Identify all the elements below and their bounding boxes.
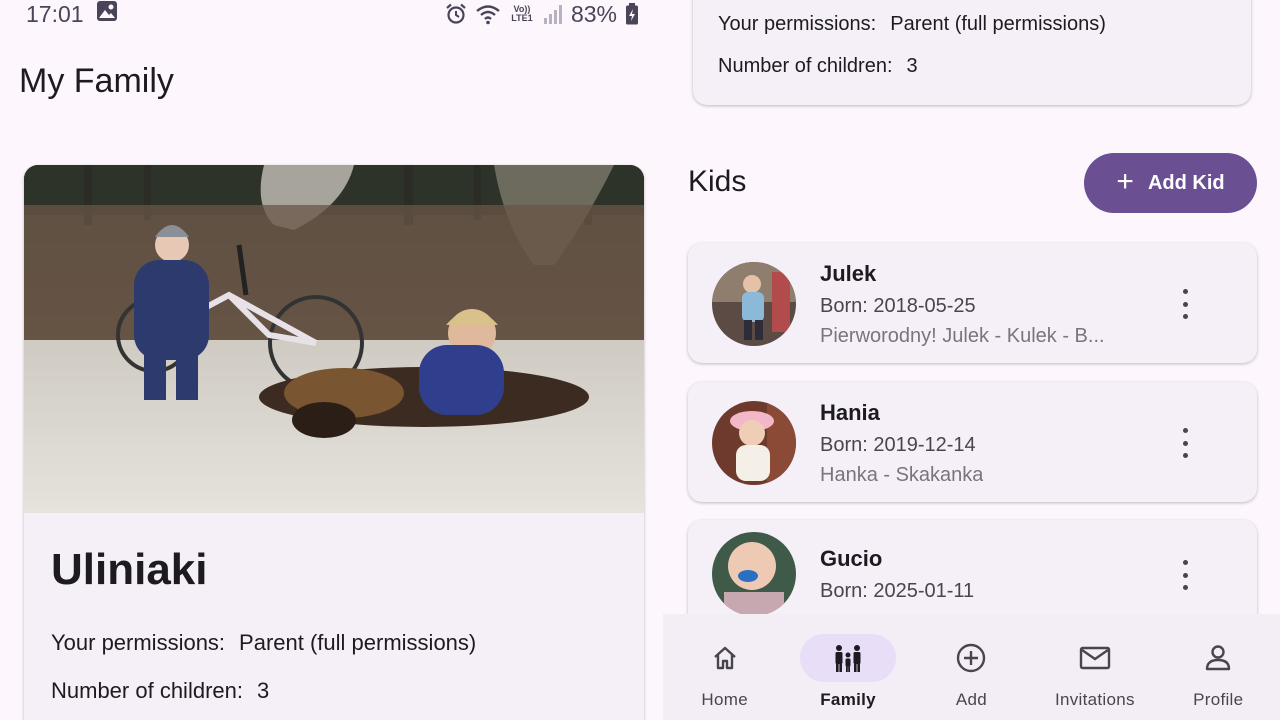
family-summary-card: Your permissions: Parent (full permissio… — [693, 0, 1251, 105]
children-count-value: 3 — [906, 55, 918, 77]
more-vert-icon[interactable] — [1174, 428, 1196, 458]
bottom-navigation: Home Family Add Invitations Profile — [663, 614, 1280, 720]
add-kid-label: Add Kid — [1147, 171, 1225, 194]
kid-name: Hania — [820, 400, 880, 425]
page-title: My Family — [19, 62, 174, 100]
more-vert-icon[interactable] — [1174, 289, 1196, 319]
plus-icon: + — [1116, 164, 1134, 198]
nav-invitations-label: Invitations — [1054, 690, 1135, 709]
kid-name: Gucio — [820, 546, 883, 571]
kid-born: Born: 2018-05-25 — [820, 295, 976, 317]
add-kid-button[interactable]: + Add Kid — [1084, 153, 1257, 213]
kid-avatar — [712, 401, 796, 485]
permissions-label: Your permissions: — [51, 630, 226, 655]
nav-add[interactable]: Add — [911, 634, 1031, 710]
children-count-row: Number of children: 3 — [718, 55, 918, 78]
kids-heading: Kids — [688, 165, 747, 198]
family-photo — [24, 165, 644, 513]
permissions-value: Parent (full permissions) — [890, 13, 1106, 35]
kid-card-julek[interactable]: Julek Born: 2018-05-25 Pierworodny! Jule… — [688, 243, 1257, 363]
battery-charging-icon — [625, 3, 639, 25]
children-count-label: Number of children: — [718, 55, 893, 77]
children-count-value: 3 — [256, 678, 270, 703]
signal-icon — [543, 3, 563, 25]
kid-note: Hanka - Skakanka — [820, 464, 984, 486]
permissions-label: Your permissions: — [718, 13, 877, 35]
permissions-value: Parent (full permissions) — [239, 630, 477, 655]
nav-home-label: Home — [701, 690, 748, 709]
kid-card-hania[interactable]: Hania Born: 2019-12-14 Hanka - Skakanka — [688, 382, 1257, 502]
kid-born: Born: 2025-01-11 — [820, 580, 975, 602]
volte-label: Vo)) LTE1 — [511, 4, 533, 23]
battery-percent: 83% — [570, 0, 617, 27]
nav-family-label: Family — [820, 690, 876, 709]
add-circle-icon — [923, 634, 1019, 682]
home-icon — [677, 634, 773, 682]
nav-profile[interactable]: Profile — [1158, 634, 1278, 710]
nav-home[interactable]: Home — [665, 634, 785, 710]
more-vert-icon[interactable] — [1174, 560, 1196, 590]
family-name: Uliniaki — [51, 545, 208, 594]
kid-avatar — [712, 262, 796, 346]
alarm-icon — [445, 3, 467, 25]
status-bar: 17:01 Vo)) LTE1 83% — [0, 0, 645, 28]
kid-avatar — [712, 532, 796, 616]
nav-add-label: Add — [955, 690, 988, 709]
gallery-notification-icon — [96, 0, 118, 28]
family-icon — [800, 634, 897, 682]
permissions-row: Your permissions: Parent (full permissio… — [51, 630, 476, 656]
wifi-icon — [475, 3, 501, 25]
kid-born: Born: 2019-12-14 — [820, 434, 976, 456]
person-icon — [1170, 634, 1266, 682]
family-card[interactable]: Uliniaki Your permissions: Parent (full … — [24, 165, 644, 720]
permissions-row: Your permissions: Parent (full permissio… — [718, 13, 1106, 36]
children-count-label: Number of children: — [51, 678, 243, 703]
nav-invitations[interactable]: Invitations — [1035, 634, 1155, 710]
nav-family[interactable]: Family — [788, 634, 908, 710]
nav-profile-label: Profile — [1193, 690, 1244, 709]
mail-icon — [1047, 634, 1143, 682]
kid-name: Julek — [820, 261, 877, 286]
status-time: 17:01 — [26, 0, 84, 27]
children-count-row: Number of children: 3 — [51, 678, 269, 704]
kid-note: Pierworodny! Julek - Kulek - B... — [820, 325, 1105, 347]
